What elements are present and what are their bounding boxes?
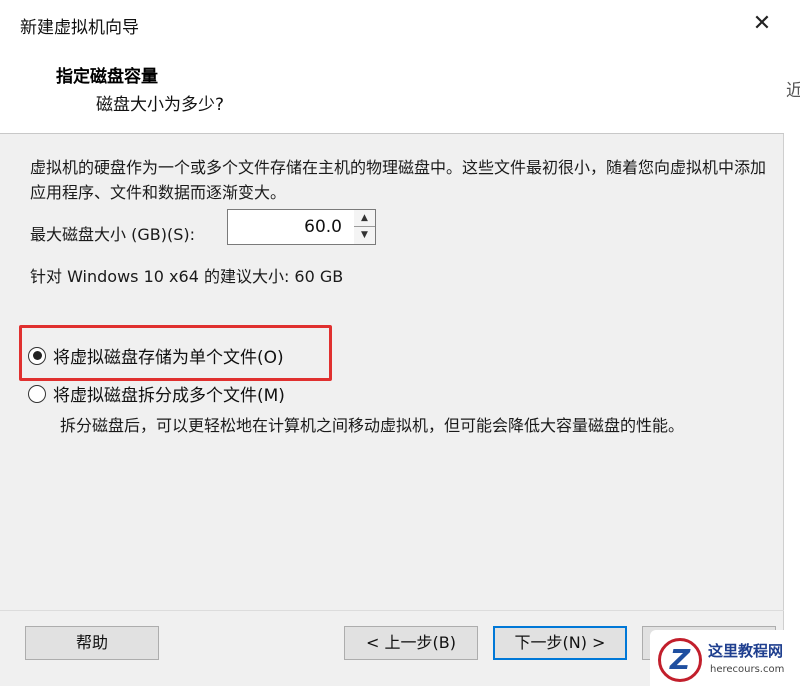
recommended-size-text: 针对 Windows 10 x64 的建议大小: 60 GB bbox=[30, 267, 344, 286]
back-button[interactable]: < 上一步(B) bbox=[344, 626, 478, 660]
split-description: 拆分磁盘后，可以更轻松地在计算机之间移动虚拟机，但可能会降低大容量磁盘的性能。 bbox=[60, 416, 685, 435]
radio-single-file[interactable]: 将虚拟磁盘存储为单个文件(O) bbox=[28, 343, 284, 368]
background-window-text: 近 bbox=[786, 81, 800, 101]
max-disk-size-label: 最大磁盘大小 (GB)(S): bbox=[30, 225, 195, 244]
wizard-window: 新建虚拟机向导 ✕ 指定磁盘容量 磁盘大小为多少? 虚拟机的硬盘作为一个或多个文… bbox=[0, 0, 784, 686]
max-disk-size-input[interactable] bbox=[227, 209, 355, 245]
page-subtitle: 磁盘大小为多少? bbox=[96, 95, 225, 115]
disk-size-spinner: ▲ ▼ bbox=[354, 209, 376, 245]
radio-unselected-icon[interactable] bbox=[28, 384, 46, 403]
title-bar: 新建虚拟机向导 ✕ bbox=[0, 0, 784, 48]
radio-selected-icon[interactable] bbox=[28, 346, 46, 365]
window-title: 新建虚拟机向导 bbox=[20, 18, 139, 38]
watermark-logo-icon: Z bbox=[658, 638, 702, 682]
close-icon[interactable]: ✕ bbox=[745, 8, 779, 40]
wizard-header: 指定磁盘容量 磁盘大小为多少? bbox=[0, 48, 784, 134]
spin-up-icon[interactable]: ▲ bbox=[354, 210, 375, 227]
disk-description: 虚拟机的硬盘作为一个或多个文件存储在主机的物理磁盘中。这些文件最初很小，随着您向… bbox=[30, 158, 767, 202]
watermark-logo-letter: Z bbox=[669, 643, 691, 676]
wizard-content: 虚拟机的硬盘作为一个或多个文件存储在主机的物理磁盘中。这些文件最初很小，随着您向… bbox=[0, 135, 784, 615]
footer-divider bbox=[0, 610, 784, 611]
help-button[interactable]: 帮助 bbox=[25, 626, 159, 660]
page-title: 指定磁盘容量 bbox=[56, 67, 158, 87]
radio-single-file-label: 将虚拟磁盘存储为单个文件(O) bbox=[53, 348, 284, 368]
site-watermark: Z 这里教程网 herecours.com bbox=[650, 630, 800, 686]
spin-down-icon[interactable]: ▼ bbox=[354, 227, 375, 244]
next-button[interactable]: 下一步(N) > bbox=[493, 626, 627, 660]
watermark-url: herecours.com bbox=[710, 664, 785, 675]
radio-split-files-label: 将虚拟磁盘拆分成多个文件(M) bbox=[53, 386, 285, 406]
radio-split-files[interactable]: 将虚拟磁盘拆分成多个文件(M) bbox=[28, 381, 285, 406]
watermark-name: 这里教程网 bbox=[708, 642, 784, 660]
